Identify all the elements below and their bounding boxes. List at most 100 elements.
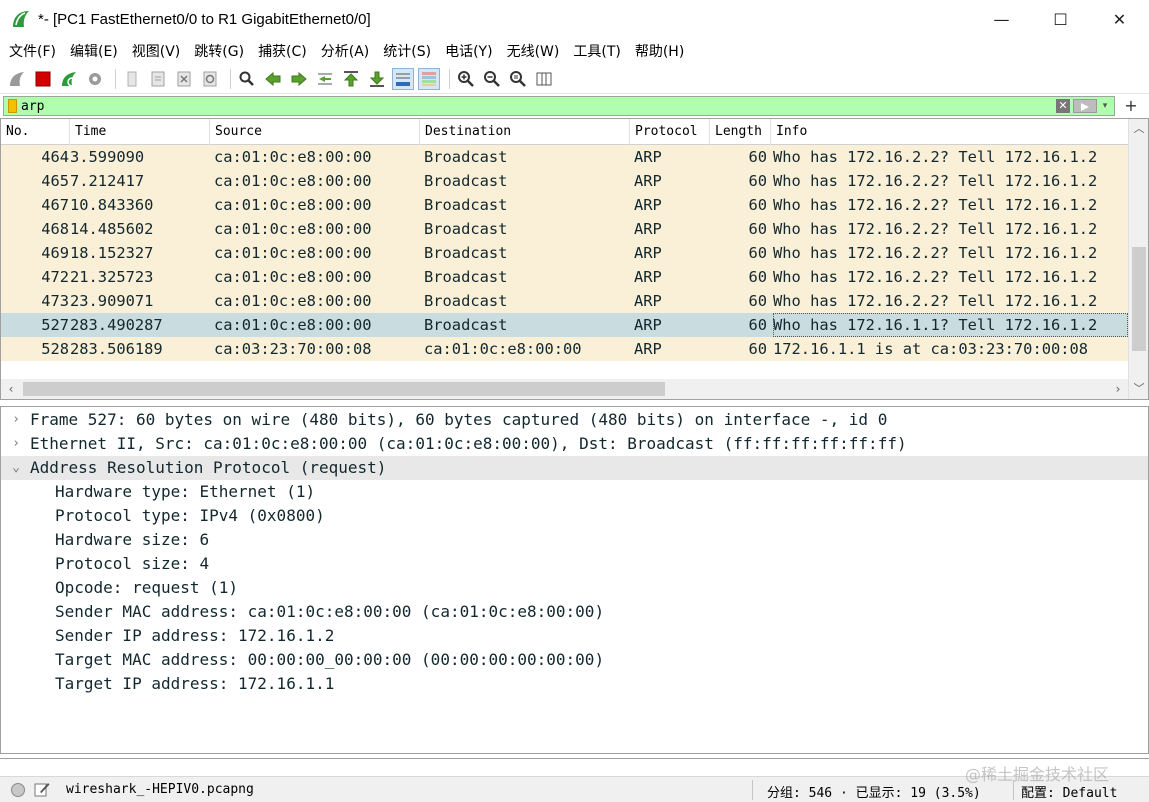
detail-field[interactable]: Sender MAC address: ca:01:0c:e8:00:00 (c… (1, 600, 1148, 624)
collapse-chevron-down-icon[interactable]: ⌄ (9, 456, 23, 480)
detail-field[interactable]: Protocol type: IPv4 (0x0800) (1, 504, 1148, 528)
menu-edit[interactable]: 编辑(E) (65, 41, 123, 61)
packet-length: 60 (748, 148, 767, 166)
packet-row[interactable]: 465 7.212417 ca:01:0c:e8:00:00 Broadcast… (1, 169, 1128, 193)
packet-source: ca:01:0c:e8:00:00 (214, 196, 372, 214)
packet-row-selected[interactable]: 527 283.490287 ca:01:0c:e8:00:00 Broadca… (1, 313, 1128, 337)
go-to-packet-icon[interactable] (314, 68, 336, 90)
start-capture-fin-icon[interactable] (6, 68, 28, 90)
autoscroll-icon[interactable] (392, 67, 414, 90)
zoom-in-icon[interactable] (455, 68, 477, 90)
column-header-source[interactable]: Source (210, 119, 420, 145)
detail-text: Ethernet II, Src: ca:01:0c:e8:00:00 (ca:… (30, 434, 907, 453)
watermark: @稀土掘金技术社区 (965, 765, 1110, 784)
expand-chevron-right-icon[interactable]: › (9, 432, 23, 456)
detail-text: Protocol size: 4 (55, 554, 210, 573)
colorize-icon[interactable] (418, 67, 440, 90)
menu-telephony[interactable]: 电话(Y) (440, 41, 497, 61)
column-header-length[interactable]: Length (710, 119, 771, 145)
restart-capture-icon[interactable] (58, 68, 80, 90)
go-forward-arrow-icon[interactable] (288, 68, 310, 90)
packet-row[interactable]: 464 3.599090 ca:01:0c:e8:00:00 Broadcast… (1, 145, 1128, 169)
packet-row[interactable]: 469 18.152327 ca:01:0c:e8:00:00 Broadcas… (1, 241, 1128, 265)
go-back-arrow-icon[interactable] (262, 68, 284, 90)
maximize-button[interactable]: ☐ (1031, 0, 1090, 38)
column-header-info[interactable]: Info (771, 119, 1128, 145)
packet-row[interactable]: 472 21.325723 ca:01:0c:e8:00:00 Broadcas… (1, 265, 1128, 289)
close-button[interactable]: ✕ (1090, 0, 1149, 38)
detail-field[interactable]: Protocol size: 4 (1, 552, 1148, 576)
scroll-up-icon[interactable]: ︿ (1129, 119, 1148, 139)
wireshark-fin-icon (13, 11, 29, 27)
packet-info: Who has 172.16.2.2? Tell 172.16.1.2 (773, 292, 1098, 310)
packet-time: 283.506189 (70, 340, 163, 358)
packet-details-tree: › Frame 527: 60 bytes on wire (480 bits)… (0, 406, 1149, 754)
column-header-destination[interactable]: Destination (420, 119, 630, 145)
capture-comment-pencil-icon[interactable] (34, 781, 50, 797)
column-header-protocol[interactable]: Protocol (630, 119, 710, 145)
menu-analyze[interactable]: 分析(A) (316, 41, 375, 61)
filter-bookmark-icon[interactable] (8, 99, 17, 113)
menu-file[interactable]: 文件(F) (4, 41, 61, 61)
packet-protocol: ARP (634, 220, 662, 238)
reload-file-icon[interactable] (199, 68, 221, 90)
packet-no: 473 (41, 292, 69, 310)
scroll-down-icon[interactable]: ﹀ (1129, 379, 1148, 399)
detail-field[interactable]: Target MAC address: 00:00:00_00:00:00 (0… (1, 648, 1148, 672)
filter-text[interactable]: arp (21, 99, 44, 114)
add-filter-button[interactable]: + (1118, 95, 1144, 117)
menu-statistics[interactable]: 统计(S) (378, 41, 436, 61)
detail-text: Hardware size: 6 (55, 530, 210, 549)
menu-wireless[interactable]: 无线(W) (502, 41, 565, 61)
first-packet-icon[interactable] (340, 68, 362, 90)
packet-row[interactable]: 468 14.485602 ca:01:0c:e8:00:00 Broadcas… (1, 217, 1128, 241)
scrollbar-thumb[interactable] (23, 382, 665, 396)
resize-columns-icon[interactable] (533, 68, 555, 90)
toolbar-separator (449, 68, 450, 89)
expand-chevron-right-icon[interactable]: › (9, 408, 23, 432)
column-header-no[interactable]: No. (1, 119, 70, 145)
apply-filter-arrow-icon[interactable] (1073, 99, 1097, 113)
scroll-left-icon[interactable]: ‹ (1, 379, 21, 399)
packet-destination: Broadcast (424, 148, 508, 166)
filter-history-chevron-down-icon[interactable]: ▾ (1099, 99, 1111, 113)
scroll-right-icon[interactable]: › (1108, 379, 1128, 399)
save-file-icon[interactable] (147, 68, 169, 90)
capture-options-gear-icon[interactable] (84, 68, 106, 90)
packet-list-horizontal-scrollbar[interactable]: ‹ › (1, 379, 1128, 399)
detail-frame[interactable]: › Frame 527: 60 bytes on wire (480 bits)… (1, 408, 1148, 432)
column-header-time[interactable]: Time (70, 119, 210, 145)
detail-field[interactable]: Target IP address: 172.16.1.1 (1, 672, 1148, 696)
clear-filter-icon[interactable]: ✕ (1056, 99, 1070, 113)
expert-info-led-icon[interactable] (11, 783, 25, 797)
packet-source: ca:01:0c:e8:00:00 (214, 220, 372, 238)
detail-ethernet[interactable]: › Ethernet II, Src: ca:01:0c:e8:00:00 (c… (1, 432, 1148, 456)
open-file-icon[interactable] (121, 68, 143, 90)
detail-arp[interactable]: ⌄ Address Resolution Protocol (request) (1, 456, 1148, 480)
stop-capture-icon[interactable] (32, 68, 54, 90)
detail-field[interactable]: Hardware size: 6 (1, 528, 1148, 552)
zoom-out-icon[interactable] (481, 68, 503, 90)
display-filter-input[interactable]: arp ✕ ▾ (3, 96, 1115, 116)
minimize-button[interactable]: — (972, 0, 1031, 38)
close-file-icon[interactable] (173, 68, 195, 90)
menu-capture[interactable]: 捕获(C) (253, 41, 312, 61)
packet-length: 60 (748, 292, 767, 310)
packet-list-vertical-scrollbar[interactable]: ︿ ﹀ (1128, 119, 1148, 399)
packet-source: ca:01:0c:e8:00:00 (214, 292, 372, 310)
packet-row[interactable]: 467 10.843360 ca:01:0c:e8:00:00 Broadcas… (1, 193, 1128, 217)
last-packet-icon[interactable] (366, 68, 388, 90)
packet-row[interactable]: 473 23.909071 ca:01:0c:e8:00:00 Broadcas… (1, 289, 1128, 313)
find-packet-icon[interactable] (236, 68, 258, 90)
menu-view[interactable]: 视图(V) (127, 41, 186, 61)
scrollbar-thumb[interactable] (1132, 247, 1146, 351)
detail-field[interactable]: Hardware type: Ethernet (1) (1, 480, 1148, 504)
normal-size-icon[interactable] (507, 68, 529, 90)
menu-tools[interactable]: 工具(T) (568, 41, 625, 61)
packet-source: ca:01:0c:e8:00:00 (214, 172, 372, 190)
menu-help[interactable]: 帮助(H) (630, 41, 689, 61)
packet-row[interactable]: 528 283.506189 ca:03:23:70:00:08 ca:01:0… (1, 337, 1128, 361)
menu-go[interactable]: 跳转(G) (189, 41, 249, 61)
detail-field[interactable]: Opcode: request (1) (1, 576, 1148, 600)
detail-field[interactable]: Sender IP address: 172.16.1.2 (1, 624, 1148, 648)
